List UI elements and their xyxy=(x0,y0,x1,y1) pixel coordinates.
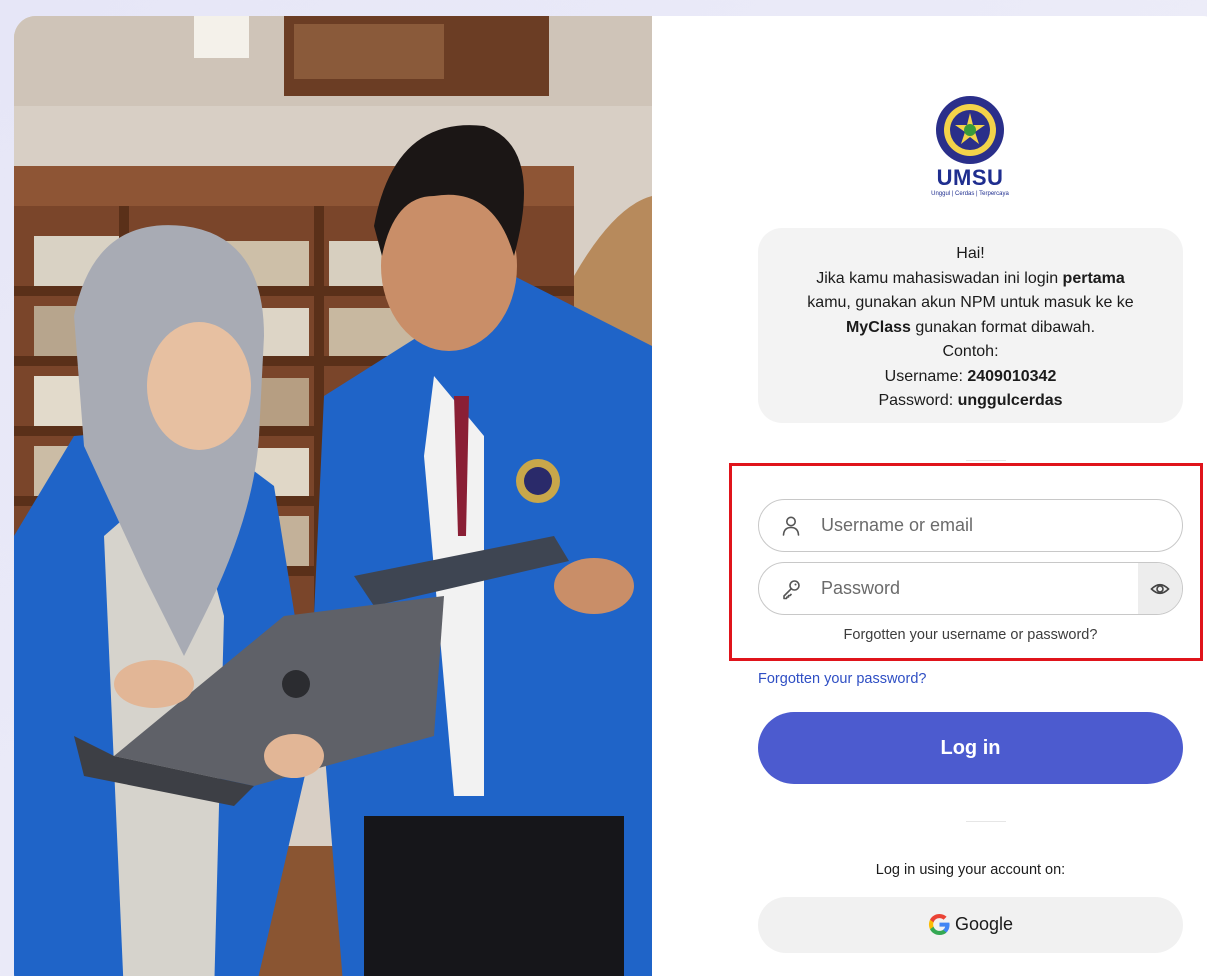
divider xyxy=(966,821,1006,822)
umsu-seal-icon xyxy=(936,96,1004,164)
forgot-password-link[interactable]: Forgotten your password? xyxy=(758,671,926,687)
login-instructions: Hai! Jika kamu mahasiswadan ini login pe… xyxy=(758,228,1183,423)
info-line-1: Jika kamu mahasiswadan ini login pertama xyxy=(758,267,1183,292)
info-password-example: Password: unggulcerdas xyxy=(758,389,1183,414)
info-username-label: Username: xyxy=(884,367,968,385)
login-panel: UMSU Unggul | Cerdas | Terpercaya Hai! J… xyxy=(652,16,1207,976)
info-password-value: unggulcerdas xyxy=(957,392,1063,409)
username-input[interactable] xyxy=(821,500,1121,551)
hero-photo xyxy=(14,16,652,976)
info-username-value: 2409010342 xyxy=(967,367,1057,385)
info-greeting: Hai! xyxy=(956,245,985,262)
info-example-label: Contoh: xyxy=(942,343,999,360)
google-login-button[interactable]: Google xyxy=(758,897,1183,953)
forgot-username-password-link[interactable]: Forgotten your username or password? xyxy=(758,627,1183,643)
students-library-illustration xyxy=(14,16,652,976)
password-field[interactable] xyxy=(758,562,1183,615)
username-field[interactable] xyxy=(758,499,1183,552)
login-button[interactable]: Log in xyxy=(758,712,1183,784)
user-icon xyxy=(782,516,800,536)
key-icon xyxy=(783,580,800,600)
info-line-3: MyClass gunakan format dibawah. xyxy=(758,316,1183,341)
info-password-label: Password: xyxy=(878,392,958,409)
info-username-example: Username: 2409010342 xyxy=(758,365,1183,390)
google-icon xyxy=(928,913,950,936)
password-input[interactable] xyxy=(821,563,1121,614)
google-button-label: Google xyxy=(955,914,1014,934)
logo-wordmark: UMSU xyxy=(936,165,1004,190)
info-line-1-text: Jika kamu mahasiswadan ini login xyxy=(816,269,1063,287)
sso-heading: Log in using your account on: xyxy=(875,862,1066,878)
show-password-toggle[interactable] xyxy=(1138,563,1182,614)
logo-tagline: Unggul | Cerdas | Terpercaya xyxy=(931,191,1009,197)
info-line-1-bold: pertama xyxy=(1062,269,1125,287)
eye-icon xyxy=(1150,583,1170,595)
info-line-3-bold: MyClass xyxy=(845,318,911,336)
umsu-logo: UMSU Unggul | Cerdas | Terpercaya xyxy=(931,95,1009,201)
divider xyxy=(966,460,1006,461)
login-card: UMSU Unggul | Cerdas | Terpercaya Hai! J… xyxy=(14,16,1207,976)
info-line-2: kamu, gunakan akun NPM untuk masuk ke ke xyxy=(807,294,1134,311)
info-line-3-text: gunakan format dibawah. xyxy=(910,318,1096,336)
